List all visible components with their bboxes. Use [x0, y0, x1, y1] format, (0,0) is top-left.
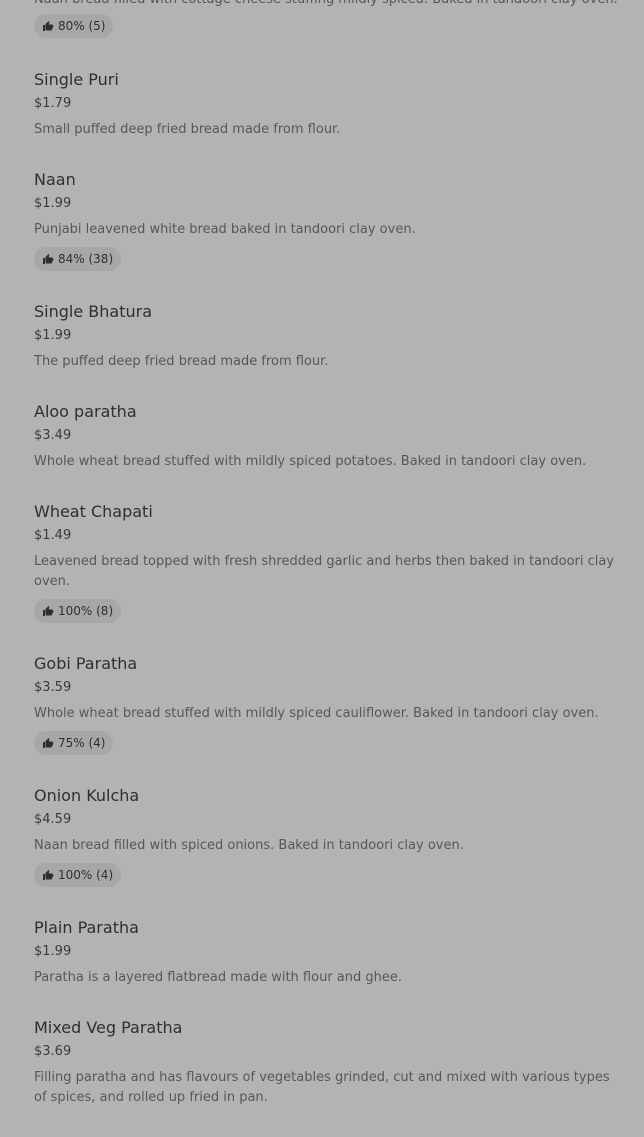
- menu-item-price: $3.69: [34, 1044, 72, 1059]
- menu-page: Naan bread filled with cottage cheese st…: [0, 0, 644, 1137]
- menu-item-name: Plain Paratha: [34, 918, 139, 937]
- menu-item-name: Wheat Chapati: [34, 502, 153, 521]
- menu-item[interactable]: Single Bhatura $1.99 The puffed deep fri…: [34, 302, 620, 382]
- menu-item[interactable]: Mixed Veg Paratha $3.69 Filling paratha …: [34, 1018, 620, 1118]
- menu-item-price: $1.49: [34, 528, 72, 543]
- menu-item-description: Filling paratha and has flavours of vege…: [34, 1070, 610, 1105]
- menu-item-price: $3.59: [34, 680, 72, 695]
- menu-item-description: Small puffed deep fried bread made from …: [34, 122, 341, 137]
- menu-item-price: $1.99: [34, 328, 72, 343]
- menu-item-description: Punjabi leavened white bread baked in ta…: [34, 222, 416, 237]
- rating-text: 84% (38): [58, 252, 114, 266]
- menu-item-price: $1.99: [34, 944, 72, 959]
- menu-item[interactable]: Aloo paratha $3.49 Whole wheat bread stu…: [34, 402, 620, 482]
- rating-text: 75% (4): [58, 736, 106, 750]
- menu-item-name: Single Puri: [34, 70, 119, 89]
- rating-badge: 75% (4): [34, 731, 114, 755]
- thumbs-up-icon: [43, 254, 54, 264]
- rating-badge: 100% (4): [34, 863, 122, 887]
- menu-item-description-partial: Naan bread filled with cottage cheese st…: [34, 0, 620, 10]
- menu-item-name: Gobi Paratha: [34, 654, 138, 673]
- menu-item-price: $3.49: [34, 428, 72, 443]
- menu-item-name: Single Bhatura: [34, 302, 152, 321]
- menu-item-description: Paratha is a layered flatbread made with…: [34, 970, 402, 985]
- thumbs-up-icon: [43, 606, 54, 616]
- menu-item-price: $1.99: [34, 196, 72, 211]
- menu-item-description: Leavened bread topped with fresh shredde…: [34, 554, 615, 589]
- menu-item-description: Whole wheat bread stuffed with mildly sp…: [34, 706, 599, 721]
- menu-item-name: Naan: [34, 170, 76, 189]
- menu-item-description: The puffed deep fried bread made from fl…: [34, 354, 329, 369]
- rating-text: 80% (5): [58, 19, 106, 33]
- rating-badge: 84% (38): [34, 247, 122, 271]
- rating-text: 100% (8): [58, 604, 114, 618]
- menu-item-name: Aloo paratha: [34, 402, 137, 421]
- thumbs-up-icon: [43, 21, 54, 31]
- menu-item-description: Whole wheat bread stuffed with mildly sp…: [34, 454, 587, 469]
- menu-item-name: Mixed Veg Paratha: [34, 1018, 183, 1037]
- menu-item-price: $1.79: [34, 96, 72, 111]
- menu-item[interactable]: Gobi Paratha $3.59 Whole wheat bread stu…: [34, 654, 620, 764]
- thumbs-up-icon: [43, 738, 54, 748]
- menu-item[interactable]: Wheat Chapati $1.49 Leavened bread toppe…: [34, 502, 620, 632]
- menu-item[interactable]: Single Puri $1.79 Small puffed deep frie…: [34, 70, 620, 150]
- menu-item-name: Onion Kulcha: [34, 786, 140, 805]
- rating-text: 100% (4): [58, 868, 114, 882]
- menu-item[interactable]: Plain Paratha $1.99 Paratha is a layered…: [34, 918, 620, 998]
- thumbs-up-icon: [43, 870, 54, 880]
- menu-item-price: $4.59: [34, 812, 72, 827]
- menu-item-description: Naan bread filled with spiced onions. Ba…: [34, 838, 464, 853]
- rating-badge: 80% (5): [34, 14, 114, 38]
- menu-item[interactable]: Naan $1.99 Punjabi leavened white bread …: [34, 170, 620, 280]
- rating-badge: 100% (8): [34, 599, 122, 623]
- menu-item[interactable]: Onion Kulcha $4.59 Naan bread filled wit…: [34, 786, 620, 896]
